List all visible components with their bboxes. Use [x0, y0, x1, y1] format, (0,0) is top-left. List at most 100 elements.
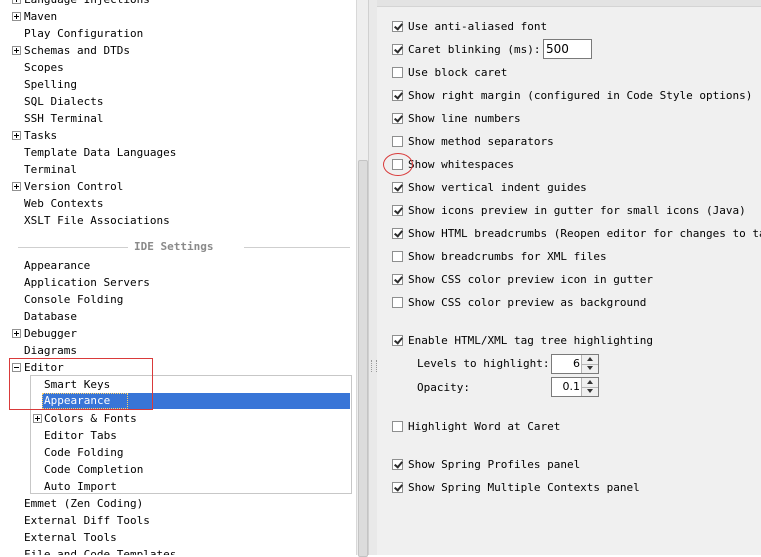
levels-label: Levels to highlight: — [417, 357, 550, 370]
tree-item-version-control[interactable]: Version Control — [0, 178, 350, 195]
css-gutter-label: Show CSS color preview icon in gutter — [408, 273, 654, 286]
css-background-checkbox[interactable] — [392, 297, 403, 308]
tree-item-colors-fonts[interactable]: Colors & Fonts — [0, 410, 350, 427]
tree-item-label: Database — [24, 310, 77, 323]
spring-profiles-label: Show Spring Profiles panel — [408, 458, 581, 471]
tree-item-code-completion[interactable]: Code Completion — [0, 461, 350, 478]
tree-item-database[interactable]: Database — [0, 308, 350, 325]
tree-scrollbar-thumb[interactable] — [358, 160, 368, 557]
tree-scrollbar[interactable] — [356, 0, 368, 557]
spring-profiles-checkbox[interactable] — [392, 459, 403, 470]
tree-item-label: Diagrams — [24, 344, 77, 357]
opacity-spinner[interactable]: 0.1 — [551, 377, 599, 397]
tree-item-schemas-and-dtds[interactable]: Schemas and DTDs — [0, 42, 350, 59]
tree-item-label: Auto Import — [44, 480, 117, 493]
section-rule-right — [244, 247, 350, 248]
spinner-down-icon[interactable] — [582, 364, 598, 373]
tree-item-label: Colors & Fonts — [44, 412, 137, 425]
tree-item-label: Template Data Languages — [24, 146, 177, 159]
tree-item-console-folding[interactable]: Console Folding — [0, 291, 350, 308]
tree-item-xslt-file-associations[interactable]: XSLT File Associations — [0, 212, 350, 229]
tree-item-label: Console Folding — [24, 293, 124, 306]
block-caret-checkbox[interactable] — [392, 67, 403, 78]
line-numbers-checkbox[interactable] — [392, 113, 403, 124]
tree-item-label: Schemas and DTDs — [24, 44, 130, 57]
caret-blinking-checkbox[interactable] — [392, 44, 403, 55]
tree-item-terminal[interactable]: Terminal — [0, 161, 350, 178]
expand-icon[interactable] — [12, 182, 21, 191]
tree-item-scopes[interactable]: Scopes — [0, 59, 350, 76]
tree-item-maven[interactable]: Maven — [0, 8, 350, 25]
tree-item-label: Terminal — [24, 163, 77, 176]
xml-breadcrumbs-checkbox[interactable] — [392, 251, 403, 262]
spinner-down-icon[interactable] — [582, 387, 598, 396]
method-separators-checkbox[interactable] — [392, 136, 403, 147]
annotation-highlight-box — [9, 358, 153, 410]
highlight-word-label: Highlight Word at Caret — [408, 420, 561, 433]
levels-spinner[interactable]: 6 — [551, 354, 599, 374]
expand-icon[interactable] — [12, 0, 21, 4]
xml-breadcrumbs-label: Show breadcrumbs for XML files — [408, 250, 607, 263]
tree-item-file-and-code-templates[interactable]: File and Code Templates — [0, 546, 350, 555]
tree-item-web-contexts[interactable]: Web Contexts — [0, 195, 350, 212]
spring-contexts-checkbox[interactable] — [392, 482, 403, 493]
tree-item-play-configuration[interactable]: Play Configuration — [0, 25, 350, 42]
highlight-word-checkbox[interactable] — [392, 421, 403, 432]
expand-icon[interactable] — [12, 12, 21, 21]
ide-settings-section-header: IDE Settings — [18, 238, 350, 256]
tree-item-auto-import[interactable]: Auto Import — [0, 478, 350, 495]
tree-item-label: XSLT File Associations — [24, 214, 170, 227]
tree-item-debugger[interactable]: Debugger — [0, 325, 350, 342]
tree-item-editor-tabs[interactable]: Editor Tabs — [0, 427, 350, 444]
right-margin-label: Show right margin (configured in Code St… — [408, 89, 753, 102]
tree-item-label: Code Folding — [44, 446, 124, 459]
tree-item-label: SQL Dialects — [24, 95, 104, 108]
tree-item-label: Application Servers — [24, 276, 150, 289]
expand-icon[interactable] — [12, 329, 21, 338]
tree-item-label: External Diff Tools — [24, 514, 150, 527]
tree-item-ssh-terminal[interactable]: SSH Terminal — [0, 110, 350, 127]
tag-tree-checkbox[interactable] — [392, 335, 403, 346]
tree-item-tasks[interactable]: Tasks — [0, 127, 350, 144]
annotation-highlight-circle — [383, 153, 413, 176]
panel-header-strip — [377, 0, 761, 7]
settings-tree-panel: Language Injections Maven Play Configurati… — [0, 0, 356, 555]
opacity-spinner-arrows — [581, 378, 598, 396]
tree-item-label: Play Configuration — [24, 27, 144, 40]
line-numbers-label: Show line numbers — [408, 112, 521, 125]
expand-icon[interactable] — [12, 131, 21, 140]
anti-aliased-checkbox[interactable] — [392, 21, 403, 32]
levels-spinner-arrows — [581, 355, 598, 373]
css-background-label: Show CSS color preview as background — [408, 296, 647, 309]
tree-item-label: Maven — [24, 10, 58, 23]
tree-item-label: Spelling — [24, 78, 77, 91]
tree-item-label: Editor Tabs — [44, 429, 117, 442]
tree-item-application-servers[interactable]: Application Servers — [0, 274, 350, 291]
expand-icon[interactable] — [33, 414, 42, 423]
tree-item-label: Code Completion — [44, 463, 144, 476]
tree-item-template-data-languages[interactable]: Template Data Languages — [0, 144, 350, 161]
spring-contexts-label: Show Spring Multiple Contexts panel — [408, 481, 640, 494]
right-margin-checkbox[interactable] — [392, 90, 403, 101]
css-gutter-checkbox[interactable] — [392, 274, 403, 285]
tree-item-language-injections[interactable]: Language Injections — [0, 0, 350, 8]
tree-item-emmet-zen-coding[interactable]: Emmet (Zen Coding) — [0, 495, 350, 512]
html-breadcrumbs-checkbox[interactable] — [392, 228, 403, 239]
tree-item-code-folding[interactable]: Code Folding — [0, 444, 350, 461]
section-title: IDE Settings — [134, 240, 214, 253]
tree-item-sql-dialects[interactable]: SQL Dialects — [0, 93, 350, 110]
tree-item-diagrams[interactable]: Diagrams — [0, 342, 350, 359]
tree-item-label: Scopes — [24, 61, 64, 74]
tree-item-external-diff-tools[interactable]: External Diff Tools — [0, 512, 350, 529]
tree-item-external-tools[interactable]: External Tools — [0, 529, 350, 546]
tree-item-label: External Tools — [24, 531, 117, 544]
tree-item-spelling[interactable]: Spelling — [0, 76, 350, 93]
expand-icon[interactable] — [12, 46, 21, 55]
caret-blinking-input[interactable]: 500 — [543, 39, 592, 59]
tree-item-appearance[interactable]: Appearance — [0, 257, 350, 274]
icons-preview-checkbox[interactable] — [392, 205, 403, 216]
opacity-label: Opacity: — [417, 381, 470, 394]
tree-item-label: Appearance — [24, 259, 91, 272]
tree-item-label: Language Injections — [24, 0, 150, 8]
indent-guides-checkbox[interactable] — [392, 182, 403, 193]
